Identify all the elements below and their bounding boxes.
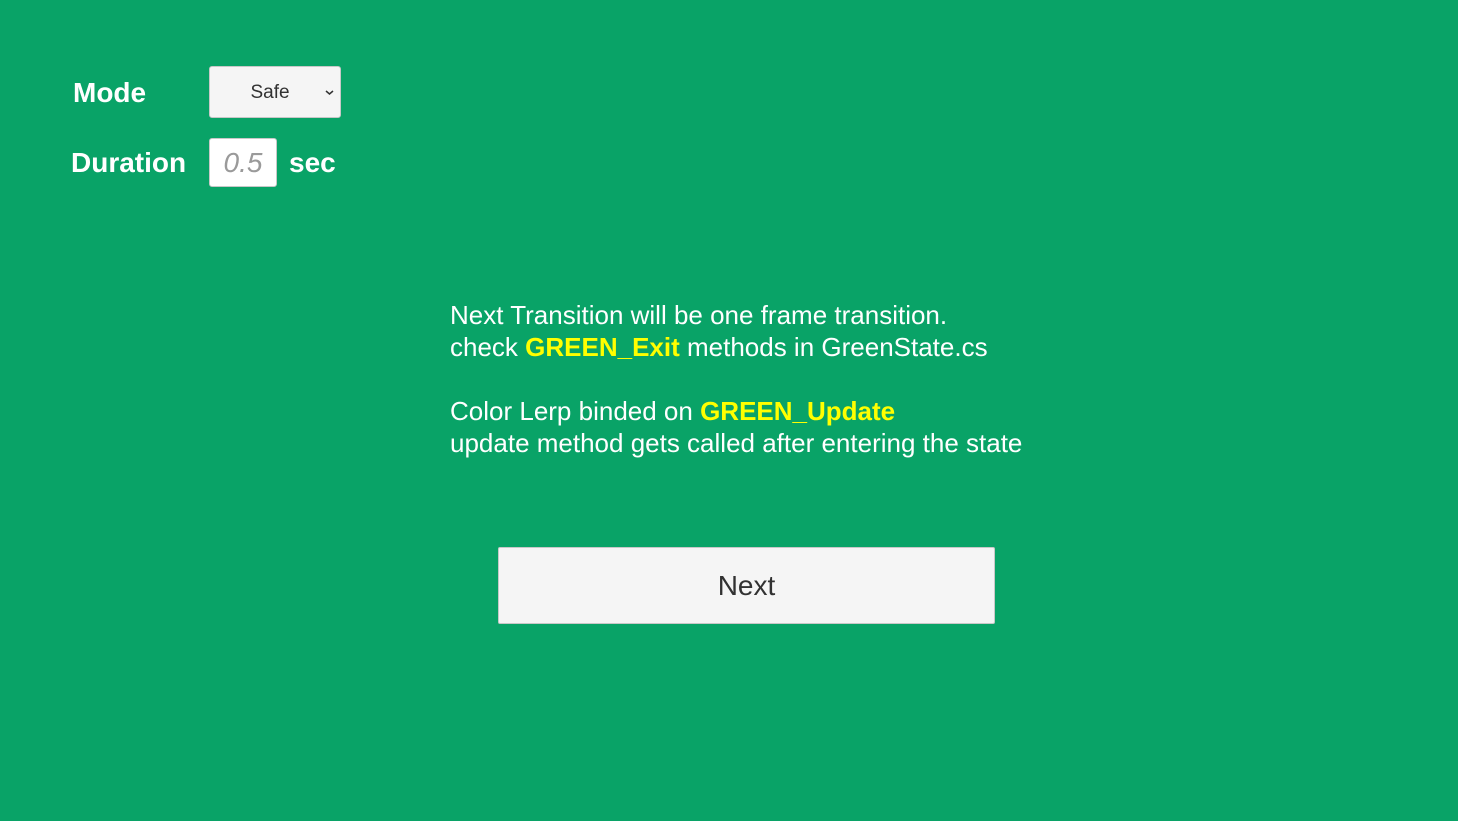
info-line-2-suffix: methods in GreenState.cs (679, 332, 988, 362)
duration-unit-label: sec (289, 147, 336, 178)
duration-input[interactable] (209, 138, 277, 187)
mode-dropdown[interactable]: Safe (209, 66, 341, 118)
info-line-1: Next Transition will be one frame transi… (450, 300, 948, 330)
info-line-2-prefix: check (450, 332, 526, 362)
duration-label: Duration (71, 147, 187, 178)
info-line-3: Color Lerp binded on GREEN_Update (450, 395, 1022, 427)
exit-method-highlight: GREEN_Exit (525, 332, 680, 362)
info-text: Next Transition will be one frame transi… (450, 299, 1022, 459)
update-method-highlight: GREEN_Update (700, 396, 896, 426)
mode-label: Mode (73, 77, 147, 108)
chevron-down-icon (325, 90, 334, 95)
mode-dropdown-value: Safe (250, 82, 290, 103)
info-line-3-prefix: Color Lerp binded on (450, 396, 701, 426)
next-button[interactable]: Next (498, 547, 995, 624)
info-line-2: check GREEN_Exit methods in GreenState.c… (450, 331, 1022, 363)
info-line-4: update method gets called after entering… (450, 428, 1023, 458)
